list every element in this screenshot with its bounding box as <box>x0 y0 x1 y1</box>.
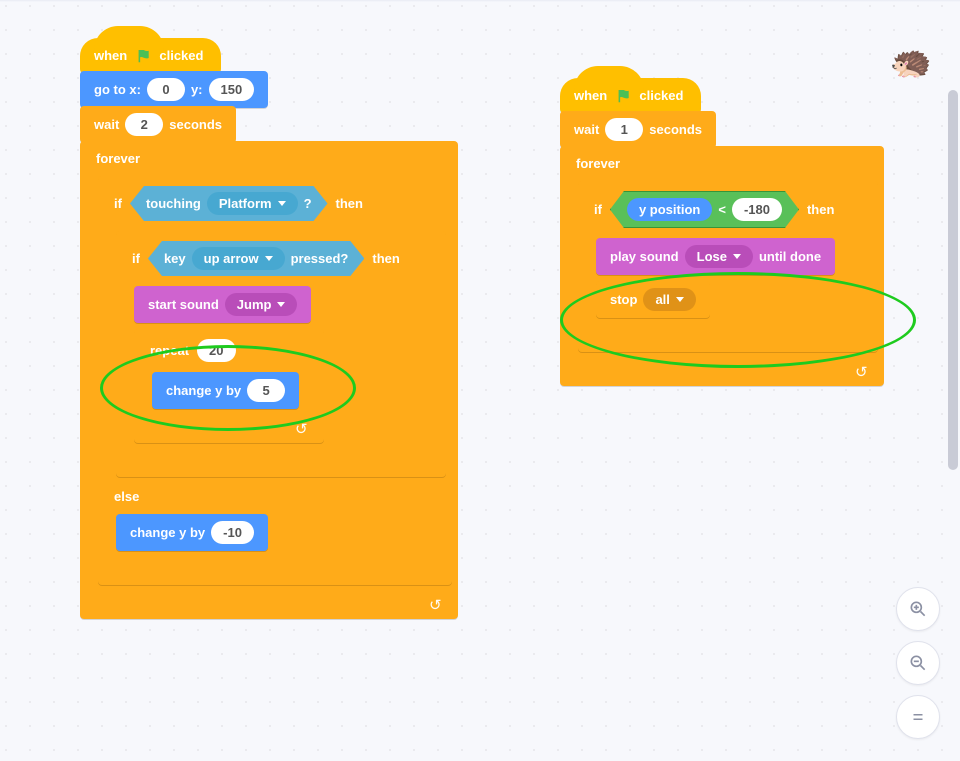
then-label: then <box>336 196 363 211</box>
script-right[interactable]: when ⚑ clicked wait 1 seconds forever if… <box>560 78 884 386</box>
zoom-out-icon <box>908 653 928 673</box>
play-sound-dropdown[interactable]: Lose <box>685 245 753 268</box>
change-y-up-block[interactable]: change y by 5 <box>152 372 299 409</box>
hat-when-label: when <box>94 48 127 63</box>
start-sound-arg: Jump <box>237 297 272 312</box>
start-sound-label: start sound <box>148 297 219 312</box>
zoom-in-button[interactable] <box>896 587 940 631</box>
stop-arg: all <box>655 292 669 307</box>
chevron-down-icon <box>265 256 273 261</box>
stop-block[interactable]: stop all <box>596 281 710 318</box>
key-pressed-predicate[interactable]: key up arrow pressed? <box>148 241 364 276</box>
script-left[interactable]: when ⚑ clicked go to x: 0 y: 150 wait 2 … <box>80 38 458 619</box>
until-done-label: until done <box>759 249 821 264</box>
change-y-label-2: change y by <box>130 525 205 540</box>
then-label-2: then <box>372 251 399 266</box>
go-to-y-value[interactable]: 150 <box>209 78 255 101</box>
touching-arg: Platform <box>219 196 272 211</box>
if-label-2: if <box>132 251 140 266</box>
wait-block[interactable]: wait 2 seconds <box>80 106 236 143</box>
forever-block-2[interactable]: forever if y position < -180 then play s… <box>560 146 884 386</box>
touching-predicate[interactable]: touching Platform ? <box>130 186 328 221</box>
if-key-block[interactable]: if key up arrow pressed? then <box>116 231 446 477</box>
go-to-x-label: go to x: <box>94 82 141 97</box>
hat-when-flag-clicked[interactable]: when ⚑ clicked <box>80 38 221 73</box>
loop-arrow-icon: ↻ <box>429 596 442 614</box>
hat-clicked-label-2: clicked <box>639 88 683 103</box>
chevron-down-icon <box>278 201 286 206</box>
start-sound-block[interactable]: start sound Jump <box>134 286 311 323</box>
forever-label: forever <box>96 151 140 166</box>
hat-clicked-label: clicked <box>159 48 203 63</box>
wait-value-2[interactable]: 1 <box>605 118 643 141</box>
sprite-thumbnail[interactable]: 🦔 <box>890 42 932 82</box>
repeat-label: repeat <box>150 343 189 358</box>
threshold-value[interactable]: -180 <box>732 198 782 221</box>
key-arg: up arrow <box>204 251 259 266</box>
wait-seconds-label: seconds <box>169 117 222 132</box>
forever-block[interactable]: forever if touching Platform ? then <box>80 141 458 619</box>
if-label: if <box>114 196 122 211</box>
key-dropdown[interactable]: up arrow <box>192 247 285 270</box>
key-label: key <box>164 251 186 266</box>
stop-dropdown[interactable]: all <box>643 288 695 311</box>
zoom-in-icon <box>908 599 928 619</box>
else-label: else <box>114 489 139 504</box>
change-y-up-value[interactable]: 5 <box>247 379 285 402</box>
repeat-value[interactable]: 20 <box>197 339 235 362</box>
repeat-block[interactable]: repeat 20 change y by 5 ↻ <box>134 329 324 443</box>
scrollbar-track <box>948 90 958 690</box>
change-y-down-value[interactable]: -10 <box>211 521 254 544</box>
touching-dropdown[interactable]: Platform <box>207 192 298 215</box>
scrollbar-thumb[interactable] <box>948 90 958 470</box>
change-y-label: change y by <box>166 383 241 398</box>
wait-seconds-label-2: seconds <box>649 122 702 137</box>
start-sound-dropdown[interactable]: Jump <box>225 293 298 316</box>
chevron-down-icon <box>733 254 741 259</box>
touching-label: touching <box>146 196 201 211</box>
stop-label: stop <box>610 292 637 307</box>
chevron-down-icon <box>676 297 684 302</box>
top-separator <box>0 0 960 2</box>
if-touching-block[interactable]: if touching Platform ? then if <box>98 176 452 585</box>
if-label-3: if <box>594 202 602 217</box>
if-ypos-block[interactable]: if y position < -180 then play sound Los… <box>578 181 878 352</box>
change-y-down-block[interactable]: change y by -10 <box>116 514 268 551</box>
key-pressed-label: pressed? <box>291 251 349 266</box>
chevron-down-icon <box>277 302 285 307</box>
go-to-y-label: y: <box>191 82 203 97</box>
forever-label-2: forever <box>576 156 620 171</box>
equals-icon <box>909 708 927 726</box>
wait-label: wait <box>94 117 119 132</box>
loop-arrow-icon: ↻ <box>855 363 868 381</box>
less-than-label: < <box>718 202 726 217</box>
play-sound-until-done-block[interactable]: play sound Lose until done <box>596 238 835 275</box>
wait-block-2[interactable]: wait 1 seconds <box>560 111 716 148</box>
go-to-xy-block[interactable]: go to x: 0 y: 150 <box>80 71 268 108</box>
y-position-reporter[interactable]: y position <box>627 198 712 221</box>
vertical-scrollbar[interactable] <box>948 90 958 690</box>
zoom-controls <box>896 587 940 739</box>
hat-when-label-2: when <box>574 88 607 103</box>
wait-value[interactable]: 2 <box>125 113 163 136</box>
loop-arrow-icon: ↻ <box>295 420 308 438</box>
then-label-3: then <box>807 202 834 217</box>
play-sound-label: play sound <box>610 249 679 264</box>
play-sound-arg: Lose <box>697 249 727 264</box>
zoom-reset-button[interactable] <box>896 695 940 739</box>
hat-when-flag-clicked-2[interactable]: when ⚑ clicked <box>560 78 701 113</box>
go-to-x-value[interactable]: 0 <box>147 78 185 101</box>
zoom-out-button[interactable] <box>896 641 940 685</box>
wait-label-2: wait <box>574 122 599 137</box>
less-than-predicate[interactable]: y position < -180 <box>610 191 799 228</box>
touching-q: ? <box>304 196 312 211</box>
